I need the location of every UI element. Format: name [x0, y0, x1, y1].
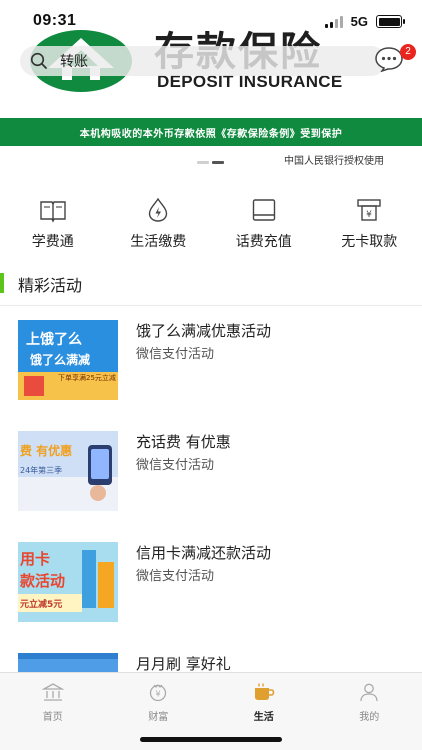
activity-item[interactable]: 用卡 款活动 元立减5元 信用卡满减还款活动 微信支付活动 [18, 542, 408, 622]
quick-menu: 学费通 生活缴费 话费充值 ¥ 无卡取款 [0, 196, 422, 260]
activity-thumbnail: 用卡 款活动 元立减5元 [18, 542, 118, 622]
section-accent-bar [0, 273, 4, 293]
search-icon [30, 52, 47, 69]
activity-subtitle: 微信支付活动 [136, 458, 215, 473]
search-bar[interactable]: 转账 [20, 46, 386, 76]
status-indicators: 5G [324, 14, 405, 29]
bank-icon [41, 683, 64, 701]
tab-profile[interactable]: 我的 [317, 673, 422, 750]
quick-item-label: 无卡取款 [341, 234, 398, 250]
thumb-text: 元立减5元 [20, 598, 62, 610]
thumb-text: 上饿了么 [26, 331, 82, 348]
coffee-cup-icon [254, 683, 275, 700]
user-icon [360, 683, 378, 702]
thumb-text: 24年第三季 [20, 465, 62, 475]
carousel-dot [197, 161, 209, 164]
tab-label: 首页 [42, 712, 63, 723]
svg-text:¥: ¥ [156, 690, 161, 699]
activity-thumbnail: 费 有优惠 24年第三季 [18, 431, 118, 511]
activity-item[interactable]: 上饿了么 饿了么满减 下单享满25元立减 饿了么满减优惠活动 微信支付活动 [18, 320, 408, 400]
cardless-withdraw-icon: ¥ [357, 199, 381, 221]
thumb-text: 饿了么满减 [29, 352, 90, 367]
tab-label: 财富 [148, 712, 169, 723]
quick-item-label: 学费通 [31, 234, 74, 250]
activity-title: 饿了么满减优惠活动 [136, 322, 272, 340]
quick-item-label: 生活缴费 [130, 234, 187, 250]
home-indicator[interactable] [140, 737, 282, 742]
quick-item-tuition[interactable]: 学费通 [0, 196, 106, 260]
activity-title: 信用卡满减还款活动 [136, 544, 272, 562]
network-type: 5G [350, 14, 368, 29]
carousel-dot-active [212, 161, 224, 164]
banner-strip: 本机构吸收的本外币存款依照《存款保险条例》受到保护 [0, 118, 422, 146]
status-bar: 09:31 5G [0, 0, 422, 44]
activity-subtitle: 微信支付活动 [136, 569, 215, 584]
tab-label: 生活 [253, 712, 274, 723]
carousel-indicator [197, 161, 224, 164]
book-icon [40, 201, 66, 223]
banner-authorization: 中国人民银行授权使用 [284, 156, 384, 167]
banner-strip-text: 本机构吸收的本外币存款依照《存款保险条例》受到保护 [79, 128, 343, 140]
signal-icon [324, 15, 343, 28]
phone-recharge-icon [252, 199, 275, 221]
thumb-text: 下单享满25元立减 [58, 373, 116, 382]
activity-thumbnail: 上饿了么 饿了么满减 下单享满25元立减 [18, 320, 118, 400]
tab-home[interactable]: 首页 [0, 673, 106, 750]
utility-drop-icon [149, 197, 168, 222]
thumb-text: 用卡 [20, 550, 50, 568]
activity-item[interactable]: 费 有优惠 24年第三季 充话费 有优惠 微信支付活动 [18, 431, 408, 511]
quick-item-cardless[interactable]: ¥ 无卡取款 [317, 196, 422, 260]
thumb-text: 费 有优惠 [20, 443, 72, 458]
svg-text:¥: ¥ [366, 210, 372, 220]
activity-title: 月月刷 享好礼 [136, 655, 231, 673]
status-time: 09:31 [33, 12, 77, 29]
wealth-icon: ¥ [150, 684, 167, 702]
quick-item-recharge[interactable]: 话费充值 [211, 196, 317, 260]
section-header: 精彩活动 [0, 270, 422, 306]
activity-title: 充话费 有优惠 [136, 433, 231, 451]
search-text: 转账 [60, 54, 88, 70]
quick-item-utility[interactable]: 生活缴费 [106, 196, 212, 260]
thumb-text: 款活动 [20, 572, 65, 590]
section-title: 精彩活动 [18, 276, 83, 295]
quick-item-label: 话费充值 [235, 234, 292, 250]
tab-label: 我的 [359, 712, 380, 723]
battery-icon [376, 15, 405, 28]
activity-subtitle: 微信支付活动 [136, 347, 215, 362]
message-badge: 2 [400, 44, 416, 60]
